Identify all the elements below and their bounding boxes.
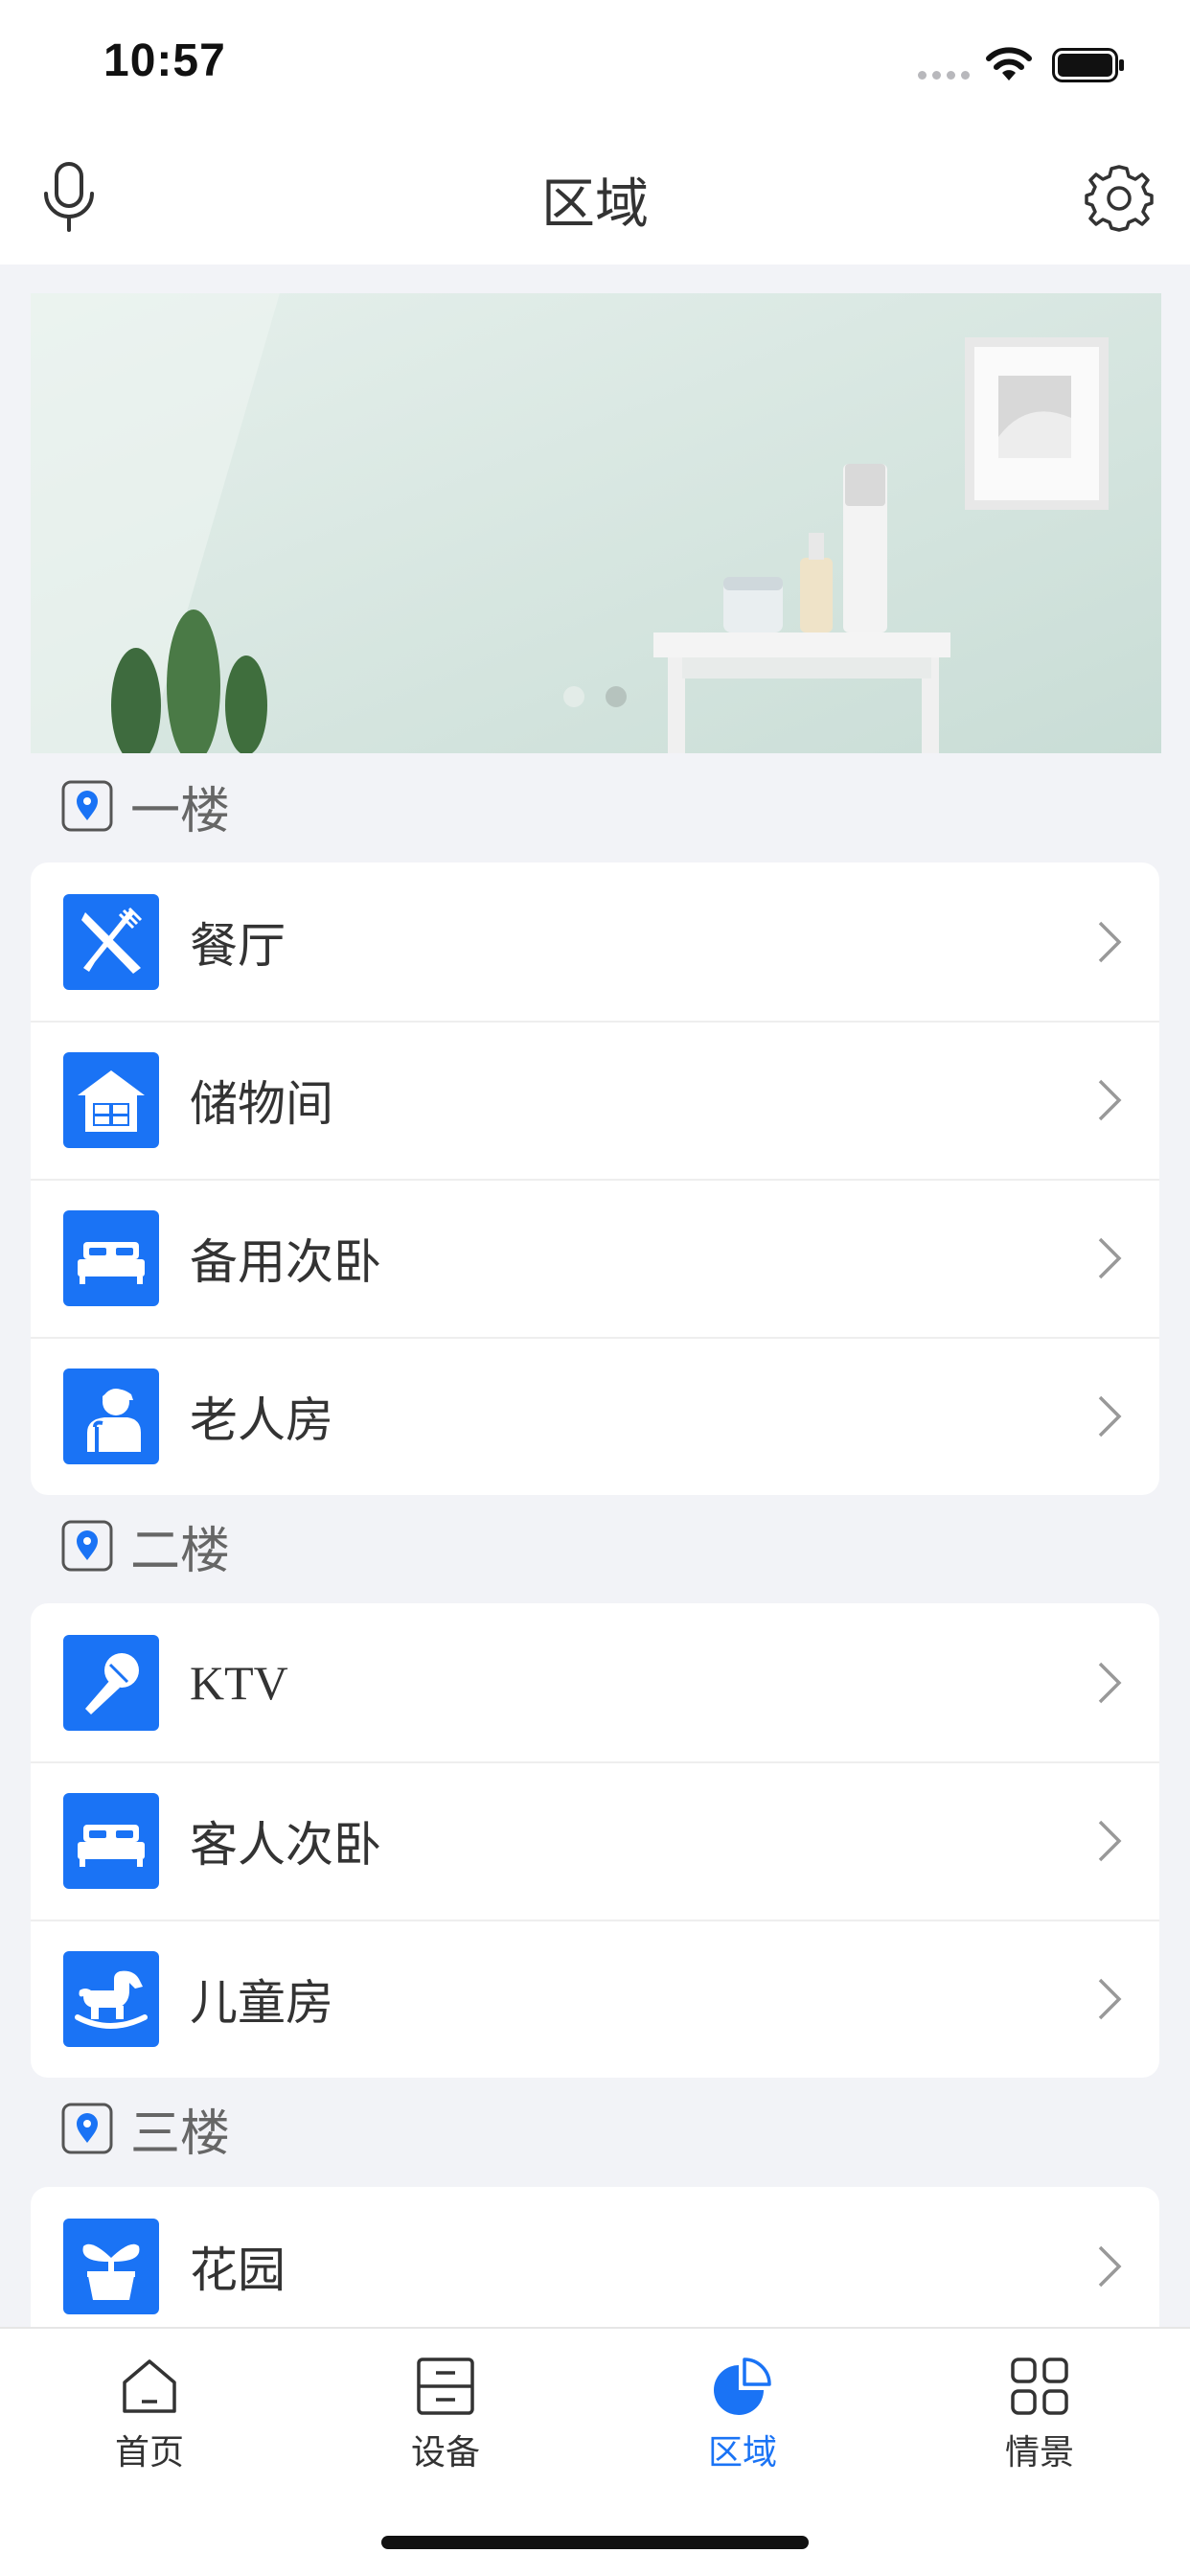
room-label: 老人房: [190, 1392, 333, 1448]
chevron-right-icon: [1098, 1237, 1122, 1279]
room-list-floor-1: 餐厅 储物间 备用次卧 老人房: [31, 862, 1159, 1495]
home-indicator[interactable]: [381, 2536, 809, 2549]
chevron-right-icon: [1098, 1820, 1122, 1862]
storage-icon: [63, 1052, 159, 1148]
floor-name: 一楼: [130, 782, 231, 840]
battery-icon: [1052, 48, 1124, 82]
floor-name: 二楼: [130, 1522, 231, 1580]
tab-label: 情景: [1004, 2433, 1074, 2472]
floor-name: 三楼: [130, 2104, 231, 2163]
room-row-dining[interactable]: 餐厅: [31, 862, 1159, 1021]
floor-header-1: 一楼: [61, 772, 230, 840]
tab-label: 设备: [410, 2433, 480, 2472]
dining-icon: [63, 894, 159, 990]
home-icon: [123, 2359, 176, 2413]
chevron-right-icon: [1098, 2245, 1122, 2288]
chevron-right-icon: [1098, 1395, 1122, 1438]
microphone-icon: [63, 1635, 159, 1731]
area-icon: [714, 2358, 771, 2415]
banner-carousel[interactable]: [31, 293, 1161, 753]
room-label: 花园: [190, 2242, 286, 2298]
signal-icon: [918, 71, 970, 80]
rocking-horse-icon: [63, 1951, 159, 2047]
tab-scenes[interactable]: 情景: [944, 2346, 1135, 2474]
screen: 10:57 区域 一楼 餐厅 储物间 备用次卧 老人房 二楼 KTV 客人次卧 …: [0, 0, 1190, 2576]
banner-pagination: [563, 686, 627, 707]
gear-icon[interactable]: [1085, 163, 1154, 232]
elder-icon: [63, 1368, 159, 1464]
location-pin-icon: [61, 780, 113, 832]
chevron-right-icon: [1098, 1662, 1122, 1704]
page-title: 区域: [541, 173, 649, 236]
wifi-icon: [986, 47, 1032, 80]
banner-dot[interactable]: [563, 686, 584, 707]
room-row-elder-room[interactable]: 老人房: [31, 1337, 1159, 1495]
room-row-garden[interactable]: 花园: [31, 2187, 1159, 2345]
room-row-guest-bedroom[interactable]: 客人次卧: [31, 1761, 1159, 1920]
floor-header-3: 三楼: [61, 2095, 231, 2163]
room-list-floor-2: KTV 客人次卧 儿童房: [31, 1603, 1159, 2078]
device-icon: [417, 2358, 474, 2415]
chevron-right-icon: [1098, 1978, 1122, 2020]
room-row-spare-bedroom[interactable]: 备用次卧: [31, 1179, 1159, 1337]
tab-area[interactable]: 区域: [647, 2346, 838, 2474]
status-bar: 10:57: [0, 0, 1190, 134]
tab-label: 首页: [114, 2433, 184, 2472]
bed-icon: [63, 1210, 159, 1306]
status-time: 10:57: [103, 35, 226, 86]
location-pin-icon: [61, 1520, 113, 1572]
tab-devices[interactable]: 设备: [350, 2346, 541, 2474]
bed-icon: [63, 1793, 159, 1889]
tab-home[interactable]: 首页: [54, 2346, 245, 2474]
room-label: 储物间: [190, 1075, 333, 1132]
room-label: 餐厅: [190, 917, 286, 974]
room-row-storage[interactable]: 储物间: [31, 1021, 1159, 1179]
room-label: KTV: [190, 1655, 288, 1710]
navigation-bar: 区域: [0, 134, 1190, 264]
chevron-right-icon: [1098, 1079, 1122, 1121]
room-row-kids-room[interactable]: 儿童房: [31, 1920, 1159, 2078]
scene-icon: [1011, 2358, 1068, 2415]
location-pin-icon: [61, 2103, 113, 2154]
floor-header-2: 二楼: [61, 1512, 231, 1580]
chevron-right-icon: [1098, 921, 1122, 963]
room-label: 备用次卧: [190, 1233, 381, 1290]
banner-dot-active[interactable]: [606, 686, 627, 707]
room-label: 客人次卧: [190, 1816, 381, 1873]
banner-image: [31, 293, 1161, 753]
room-row-ktv[interactable]: KTV: [31, 1603, 1159, 1761]
flower-pot-icon: [63, 2219, 159, 2314]
room-label: 儿童房: [190, 1974, 333, 2031]
tab-label: 区域: [707, 2433, 777, 2472]
